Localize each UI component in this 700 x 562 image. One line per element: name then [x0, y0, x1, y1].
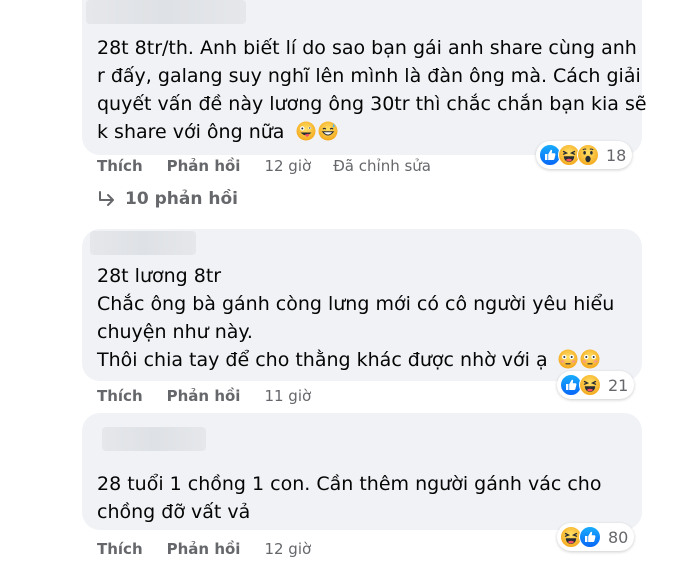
comment-actions: Thích Phản hồi 11 giờ	[97, 387, 333, 405]
comment-text: chồng đỡ vất vả	[97, 501, 251, 523]
comment-text: 28t 8tr/th. Anh biết lí do sao bạn gái a…	[97, 37, 637, 59]
like-icon	[579, 526, 601, 548]
reply-link[interactable]: Phản hồi	[167, 157, 241, 175]
reaction-count: 80	[608, 527, 629, 547]
reply-link[interactable]: Phản hồi	[167, 387, 241, 405]
timestamp[interactable]: 12 giờ	[264, 157, 311, 175]
commenter-name-redacted[interactable]	[90, 231, 196, 255]
reaction-count: 21	[608, 375, 629, 395]
comment-text: 28t lương 8tr	[97, 265, 222, 287]
like-link[interactable]: Thích	[97, 157, 143, 175]
edited-label: Đã chỉnh sửa	[333, 157, 431, 175]
commenter-name-redacted[interactable]	[86, 0, 246, 24]
reaction-summary[interactable]: 80	[557, 523, 635, 551]
view-replies-link[interactable]: 10 phản hồi	[97, 189, 238, 209]
haha-icon	[579, 374, 601, 396]
comment-actions: Thích Phản hồi 12 giờ	[97, 540, 333, 558]
flushed-face-icon	[580, 349, 600, 369]
grinning-sweat-face-icon	[318, 121, 338, 141]
like-link[interactable]: Thích	[97, 540, 143, 558]
comment-text-segment: Thôi chia tay để cho thằng khác được nhờ…	[97, 349, 548, 371]
reaction-summary[interactable]: 21	[557, 371, 635, 399]
reply-link[interactable]: Phản hồi	[167, 540, 241, 558]
zany-face-icon	[296, 121, 316, 141]
timestamp[interactable]: 11 giờ	[264, 387, 311, 405]
reply-arrow-icon	[99, 191, 114, 206]
comment-text: Thôi chia tay để cho thằng khác được nhờ…	[97, 346, 600, 374]
reaction-summary[interactable]: 18	[536, 141, 633, 169]
commenter-name-redacted[interactable]	[102, 427, 206, 451]
comment-text-segment: k share với ông nữa	[97, 121, 285, 143]
comment-text: Chắc ông bà gánh còng lưng mới có cô ngư…	[97, 293, 615, 315]
wow-icon	[577, 144, 599, 166]
timestamp[interactable]: 12 giờ	[264, 540, 311, 558]
like-link[interactable]: Thích	[97, 387, 143, 405]
comment-text: quyết vấn đề này lương ông 30tr thì chắc…	[97, 93, 647, 115]
replies-count-label: 10 phản hồi	[125, 189, 238, 209]
comment-text: k share với ông nữa	[97, 118, 338, 146]
comment-text: r đấy, galang suy nghĩ lên mình là đàn ô…	[97, 65, 641, 87]
comment-actions: Thích Phản hồi 12 giờ Đã chỉnh sửa	[97, 157, 453, 175]
comment-text: chuyện như này.	[97, 321, 253, 343]
flushed-face-icon	[558, 349, 578, 369]
comment-text: 28 tuổi 1 chồng 1 con. Cần thêm người gá…	[97, 473, 602, 495]
reaction-count: 18	[606, 145, 627, 165]
